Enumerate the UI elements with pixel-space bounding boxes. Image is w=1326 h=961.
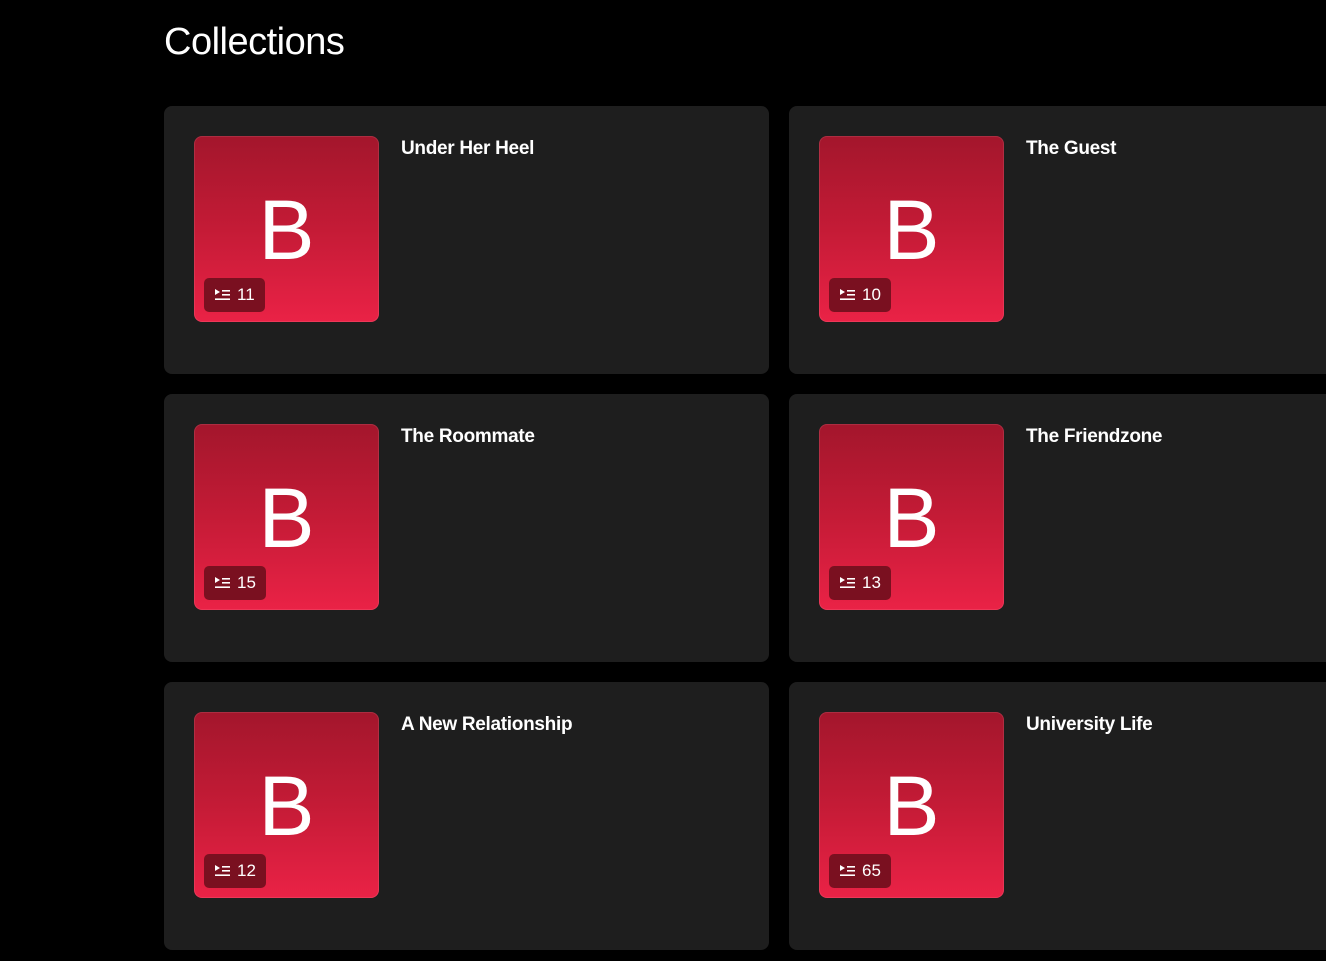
- collection-title[interactable]: The Roommate: [401, 424, 535, 450]
- page-title: Collections: [164, 21, 345, 63]
- item-count: 15: [237, 573, 256, 592]
- playlist-icon: [215, 577, 230, 588]
- item-count-badge: 65: [829, 854, 891, 888]
- collection-card-under-her-heel[interactable]: B 11 Under Her Heel: [164, 106, 769, 374]
- collection-card-the-friendzone[interactable]: B 13 The Friendzone: [789, 394, 1326, 662]
- collection-title[interactable]: Under Her Heel: [401, 136, 534, 162]
- item-count-badge: 11: [204, 278, 265, 312]
- collection-thumbnail[interactable]: B 11: [194, 136, 379, 322]
- playlist-icon: [840, 865, 855, 876]
- collection-thumbnail[interactable]: B 65: [819, 712, 1004, 898]
- collection-title[interactable]: University Life: [1026, 712, 1153, 738]
- collection-card-a-new-relationship[interactable]: B 12 A New Relationship: [164, 682, 769, 950]
- thumbnail-letter: B: [883, 183, 940, 277]
- item-count: 10: [862, 285, 881, 304]
- item-count: 11: [237, 285, 255, 304]
- collections-page: Collections B 11 Under Her Heel B 10 The…: [0, 0, 1326, 961]
- collections-grid: B 11 Under Her Heel B 10 The Guest B 15 …: [164, 106, 1326, 950]
- collection-card-the-guest[interactable]: B 10 The Guest: [789, 106, 1326, 374]
- thumbnail-letter: B: [258, 471, 315, 565]
- collection-thumbnail[interactable]: B 13: [819, 424, 1004, 610]
- collection-title[interactable]: A New Relationship: [401, 712, 573, 738]
- collection-thumbnail[interactable]: B 15: [194, 424, 379, 610]
- collection-card-the-roommate[interactable]: B 15 The Roommate: [164, 394, 769, 662]
- thumbnail-letter: B: [258, 759, 315, 853]
- item-count-badge: 15: [204, 566, 266, 600]
- collection-title[interactable]: The Guest: [1026, 136, 1117, 162]
- thumbnail-letter: B: [883, 759, 940, 853]
- item-count-badge: 10: [829, 278, 891, 312]
- playlist-icon: [215, 289, 230, 300]
- item-count-badge: 13: [829, 566, 891, 600]
- collection-title[interactable]: The Friendzone: [1026, 424, 1163, 450]
- item-count: 13: [862, 573, 881, 592]
- collection-card-university-life[interactable]: B 65 University Life: [789, 682, 1326, 950]
- item-count: 65: [862, 861, 881, 880]
- thumbnail-letter: B: [883, 471, 940, 565]
- item-count-badge: 12: [204, 854, 266, 888]
- playlist-icon: [840, 577, 855, 588]
- thumbnail-letter: B: [258, 183, 315, 277]
- item-count: 12: [237, 861, 256, 880]
- playlist-icon: [215, 865, 230, 876]
- collection-thumbnail[interactable]: B 10: [819, 136, 1004, 322]
- collection-thumbnail[interactable]: B 12: [194, 712, 379, 898]
- playlist-icon: [840, 289, 855, 300]
